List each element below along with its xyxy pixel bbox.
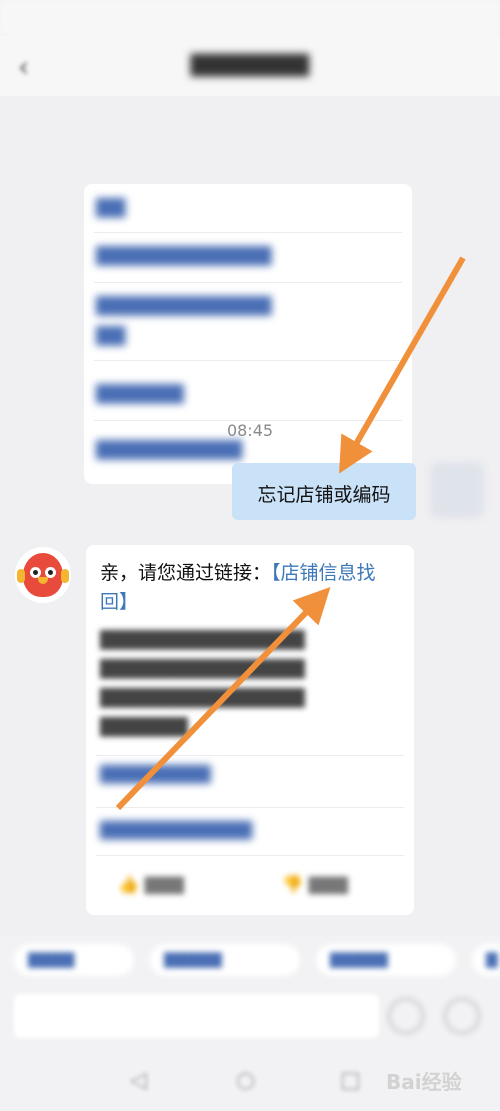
nav-bar: ‹ ▇▇▇▇▇▇▇	[0, 36, 500, 96]
bot-message-text: 亲，请您通过链接：【店铺信息找回】	[100, 559, 400, 617]
faq-link[interactable]: ▇▇▇▇▇▇▇▇▇▇▇▇ ▇▇	[96, 290, 271, 350]
faq-link[interactable]: ▇▇	[96, 192, 125, 222]
faq-link[interactable]: ▇▇▇▇▇▇	[96, 378, 184, 408]
emoji-icon[interactable]	[388, 998, 424, 1034]
home-circle-icon[interactable]: ○	[236, 1068, 255, 1093]
baidu-jingyan-watermark: Bai经验	[386, 1070, 462, 1094]
bot-message-details-blurred: ▇▇▇▇▇▇▇▇▇▇▇▇▇▇ ▇▇▇▇▇▇▇▇▇▇▇▇▇▇ ▇▇▇▇▇▇▇▇▇▇▇▇…	[100, 628, 305, 737]
input-bar	[0, 984, 500, 1048]
divider	[94, 282, 402, 283]
add-icon[interactable]	[444, 998, 480, 1034]
status-bar	[0, 0, 500, 36]
quick-reply-chip[interactable]: ▇▇▇▇	[14, 944, 134, 976]
user-message-bubble: 忘记店铺或编码	[232, 463, 416, 520]
quick-reply-chip[interactable]: ▇▇▇▇▇	[316, 944, 456, 976]
divider	[94, 360, 402, 361]
bot-avatar	[15, 547, 71, 603]
thumbs-up-icon[interactable]: 👍 ▇▇▇	[118, 875, 184, 895]
bot-message-bubble: 亲，请您通过链接：【店铺信息找回】 ▇▇▇▇▇▇▇▇▇▇▇▇▇▇ ▇▇▇▇▇▇▇▇…	[86, 545, 414, 915]
divider	[96, 807, 404, 808]
faq-link[interactable]: ▇▇▇▇▇▇▇▇▇▇▇▇	[96, 240, 271, 270]
message-timestamp: 08:45	[226, 421, 274, 440]
thumbs-down-icon[interactable]: 👎 ▇▇▇	[282, 875, 348, 895]
user-message-text: 忘记店铺或编码	[257, 484, 391, 506]
divider	[96, 855, 404, 856]
divider	[94, 232, 402, 233]
divider	[96, 755, 404, 756]
user-avatar	[430, 462, 484, 518]
back-triangle-icon[interactable]: ◁	[130, 1068, 147, 1093]
bot-beak	[38, 577, 48, 584]
quick-reply-chip[interactable]: ▇▇▇▇▇	[150, 944, 300, 976]
quick-reply-chip[interactable]: ▇	[472, 944, 500, 976]
quick-reply-bar: ▇▇▇▇ ▇▇▇▇▇ ▇▇▇▇▇ ▇	[0, 936, 500, 984]
related-link[interactable]: ▇▇▇▇▇▇▇▇▇▇▇	[100, 819, 252, 840]
recents-square-icon[interactable]: □	[340, 1068, 361, 1093]
bot-message-intro: 亲，请您通过链接：	[100, 562, 272, 584]
page-title-blurred: ▇▇▇▇▇▇▇	[190, 52, 310, 77]
bot-face-icon	[23, 553, 63, 597]
headphone-left-icon	[17, 569, 25, 583]
message-input[interactable]	[14, 994, 379, 1038]
related-link[interactable]: ▇▇▇▇▇▇▇▇	[100, 763, 211, 784]
headphone-right-icon	[61, 569, 69, 583]
